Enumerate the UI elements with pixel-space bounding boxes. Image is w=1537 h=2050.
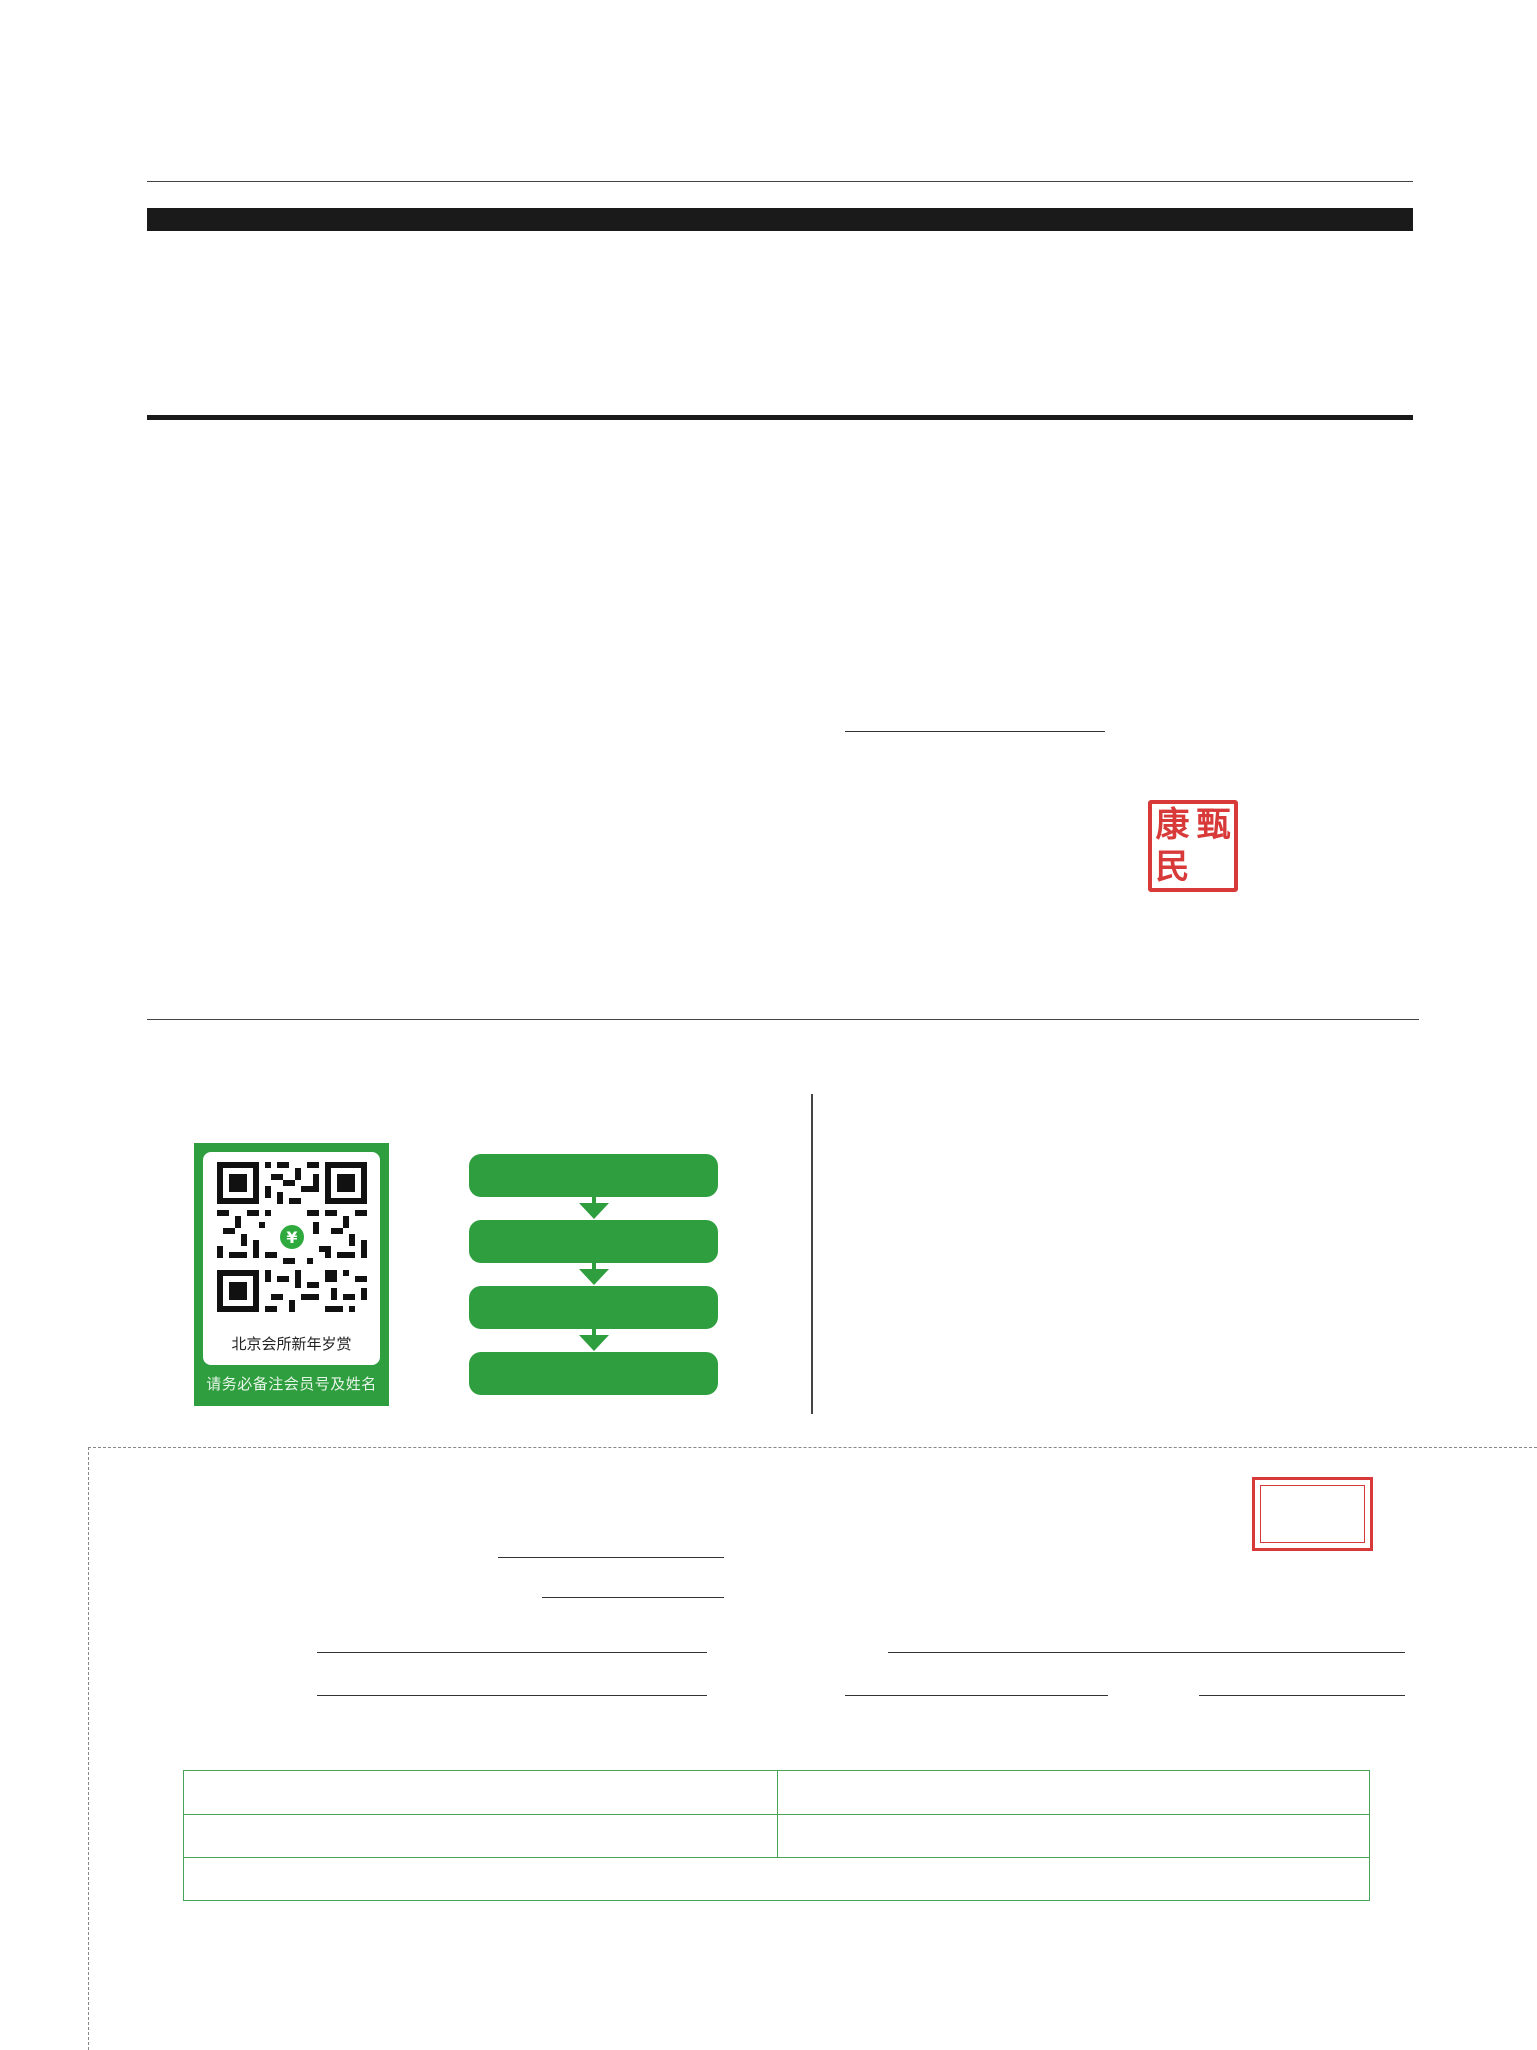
- form-field-line[interactable]: [317, 1695, 707, 1696]
- flow-step: [469, 1286, 718, 1329]
- qr-caption: 北京会所新年岁赏: [231, 1335, 352, 1353]
- flow-step: [469, 1352, 718, 1395]
- seal-char: 甄: [1196, 805, 1231, 845]
- form-field-line[interactable]: [845, 1695, 1108, 1696]
- cutout-border-top: [88, 1447, 1537, 1448]
- cutout-border-left: [88, 1447, 89, 2050]
- red-seal: 康 甄 民: [1148, 800, 1238, 892]
- header-bottom-rule: [147, 415, 1413, 420]
- seal-char: 民: [1155, 847, 1190, 887]
- stamp-box[interactable]: [1252, 1477, 1373, 1551]
- form-field-line[interactable]: [317, 1652, 707, 1653]
- seal-char: 康: [1155, 805, 1190, 845]
- table-column-divider: [777, 1771, 778, 1857]
- form-field-line[interactable]: [1199, 1695, 1405, 1696]
- flow-step: [469, 1154, 718, 1197]
- seal-char: [1193, 846, 1234, 888]
- form-field-line[interactable]: [542, 1597, 724, 1598]
- arrow-down-icon: [579, 1335, 609, 1351]
- arrow-down-icon: [579, 1269, 609, 1285]
- flow-step: [469, 1220, 718, 1263]
- section-divider: [147, 1019, 1419, 1020]
- column-divider: [811, 1094, 813, 1414]
- stamp-box-inner: [1260, 1485, 1365, 1543]
- top-thin-rule: [147, 181, 1413, 182]
- qr-payment-card: ¥ 北京会所新年岁赏 请务必备注会员号及姓名: [194, 1143, 389, 1406]
- arrow-down-icon: [579, 1203, 609, 1219]
- header-black-bar: [147, 208, 1413, 231]
- signature-line: [845, 731, 1105, 732]
- yuan-icon: ¥: [277, 1222, 307, 1252]
- form-field-line[interactable]: [498, 1557, 724, 1558]
- qr-footer-note: 请务必备注会员号及姓名: [206, 1375, 377, 1393]
- form-field-line[interactable]: [888, 1652, 1405, 1653]
- info-table: [183, 1770, 1370, 1901]
- qr-inner-panel: ¥ 北京会所新年岁赏: [203, 1152, 380, 1365]
